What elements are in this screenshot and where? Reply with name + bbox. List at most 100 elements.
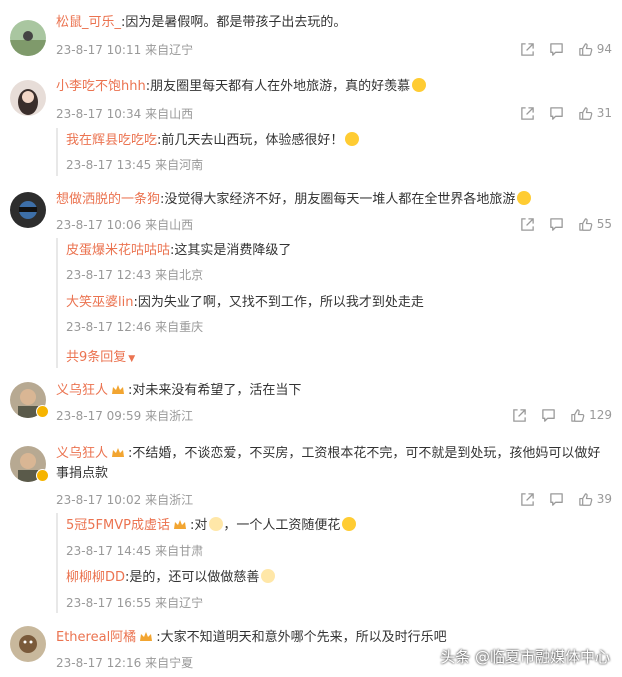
user-name[interactable]: 5冠5FMVP成虚话 <box>66 518 170 533</box>
user-name[interactable]: 我在辉县吃吃吃 <box>66 133 157 148</box>
reply-button[interactable] <box>549 106 564 121</box>
comment-line: 义乌狂人 :不结婚，不谈恋爱，不买房，工资根本花不完，可不就是到处玩，孩他妈可以做… <box>56 444 600 464</box>
reply-text: :这其实是消费降级了 <box>170 243 292 258</box>
comment-icon <box>541 408 556 423</box>
user-name[interactable]: 柳柳柳DD <box>66 570 125 585</box>
reply-meta: 23-8-17 13:45 来自河南 <box>66 156 203 173</box>
comment-icon <box>549 492 564 507</box>
comment-line: 小李吃不饱hhh:朋友圈里每天都有人在外地旅游，真的好羡慕 <box>56 77 427 97</box>
like-count: 55 <box>596 217 612 231</box>
cat-emoji-icon <box>261 569 276 583</box>
reply-location: 来自重庆 <box>155 320 204 334</box>
like-button[interactable]: 31 <box>578 106 612 121</box>
reply-line: 我在辉县吃吃吃:前几天去山西玩，体验感很好！ <box>66 131 360 151</box>
reply-button[interactable] <box>549 492 564 507</box>
reply-line: 皮蛋爆米花咕咕咕:这其实是消费降级了 <box>66 241 291 261</box>
like-button[interactable]: 55 <box>578 217 612 232</box>
avatar[interactable] <box>10 20 46 56</box>
crying-emoji-icon <box>412 78 427 92</box>
like-button[interactable]: 94 <box>578 42 612 57</box>
comment-line: 想做洒脱的一条狗:没觉得大家经济不好，朋友圈每天一堆人都在全世界各地旅游 <box>56 190 532 210</box>
comment-time: 23-8-17 10:34 <box>56 107 142 121</box>
user-name[interactable]: 义乌狂人 <box>56 446 108 461</box>
user-name[interactable]: Ethereal阿橘 <box>56 630 136 645</box>
comment-actions: 94 <box>506 39 612 59</box>
share-button[interactable] <box>520 42 535 57</box>
reply-text: :因为失业了啊，又找不到工作，所以我才到处走走 <box>133 295 424 310</box>
like-button[interactable]: 39 <box>578 492 612 507</box>
user-name[interactable]: 义乌狂人 <box>56 383 108 398</box>
like-count: 94 <box>596 42 612 56</box>
laugh-emoji-icon <box>517 191 532 205</box>
share-icon <box>520 42 535 57</box>
thumbs-up-icon <box>578 492 593 507</box>
comment-meta: 23-8-17 10:34 来自山西 <box>56 105 193 122</box>
reply-location: 来自辽宁 <box>155 596 204 610</box>
reply-line: 柳柳柳DD:是的，还可以做做慈善 <box>66 568 276 588</box>
reply-line: 5冠5FMVP成虚话:对 ，一个人工资随便花 <box>66 516 357 536</box>
comment-line-wrap: 事捐点款 <box>56 464 108 484</box>
thumbs-up-icon <box>570 408 585 423</box>
reply-line: 大笑巫婆lin:因为失业了啊，又找不到工作，所以我才到处走走 <box>66 293 424 313</box>
watermark: 头条 @临夏市融媒体中心 <box>440 648 610 666</box>
reply-button[interactable] <box>549 217 564 232</box>
reply-meta: 23-8-17 12:43 来自北京 <box>66 266 203 283</box>
reply-divider <box>56 238 58 368</box>
comment-icon <box>549 106 564 121</box>
share-button[interactable] <box>520 492 535 507</box>
comment-actions: 129 <box>498 405 612 425</box>
like-count: 31 <box>596 106 612 120</box>
reply-time: 23-8-17 16:55 <box>66 596 152 610</box>
share-button[interactable] <box>512 408 527 423</box>
reply-meta: 23-8-17 12:46 来自重庆 <box>66 318 203 335</box>
share-button[interactable] <box>520 106 535 121</box>
comment-time: 23-8-17 12:16 <box>56 656 142 670</box>
reply-divider <box>56 513 58 613</box>
comment-meta: 23-8-17 10:11 来自辽宁 <box>56 41 193 58</box>
crown-icon <box>173 520 186 529</box>
avatar[interactable] <box>10 80 46 116</box>
comment-meta: 23-8-17 10:02 来自浙江 <box>56 491 193 508</box>
user-name[interactable]: 皮蛋爆米花咕咕咕 <box>66 243 170 258</box>
share-icon <box>520 106 535 121</box>
grin-emoji-icon <box>345 132 360 146</box>
comment-time: 23-8-17 10:06 <box>56 218 142 232</box>
share-button[interactable] <box>520 217 535 232</box>
reply-location: 来自甘肃 <box>155 544 204 558</box>
thumbs-up-icon <box>578 42 593 57</box>
reply-meta: 23-8-17 16:55 来自辽宁 <box>66 594 203 611</box>
like-count: 39 <box>596 492 612 506</box>
comment-line: Ethereal阿橘 :大家不知道明天和意外哪个先来，所以及时行乐吧 <box>56 628 447 648</box>
comment-actions: 31 <box>506 103 612 123</box>
comment-text: :不结婚，不谈恋爱，不买房，工资根本花不完，可不就是到处玩，孩他妈可以做好 <box>128 446 601 461</box>
reply-button[interactable] <box>541 408 556 423</box>
share-icon <box>520 492 535 507</box>
crown-icon <box>112 385 125 394</box>
verified-badge-icon <box>36 469 49 482</box>
verified-badge-icon <box>36 405 49 418</box>
user-name[interactable]: 小李吃不饱hhh <box>56 79 146 94</box>
comment-text: :大家不知道明天和意外哪个先来，所以及时行乐吧 <box>156 630 447 645</box>
avatar[interactable] <box>10 626 46 662</box>
comment-meta: 23-8-17 12:16 来自宁夏 <box>56 654 193 671</box>
comment-meta: 23-8-17 10:06 来自山西 <box>56 216 193 233</box>
reply-button[interactable] <box>549 42 564 57</box>
user-name[interactable]: 大笑巫婆lin <box>66 295 133 310</box>
user-name[interactable]: 松鼠_可乐_ <box>56 15 121 30</box>
comment-location: 来自辽宁 <box>145 43 194 57</box>
comment-text: :因为是暑假啊。都是带孩子出去玩的。 <box>121 15 347 30</box>
reply-time: 23-8-17 12:46 <box>66 320 152 334</box>
user-name[interactable]: 想做洒脱的一条狗 <box>56 192 160 207</box>
reply-meta: 23-8-17 14:45 来自甘肃 <box>66 542 203 559</box>
avatar[interactable] <box>10 192 46 228</box>
comment-line: 松鼠_可乐_:因为是暑假啊。都是带孩子出去玩的。 <box>56 13 346 33</box>
more-replies-link[interactable]: 共9条回复 ▼ <box>66 346 135 365</box>
comment-actions: 55 <box>506 214 612 234</box>
reply-text: :对 <box>189 518 208 533</box>
comment-location: 来自山西 <box>145 107 194 121</box>
comment-time: 23-8-17 09:59 <box>56 409 142 423</box>
comment-text-continued: 事捐点款 <box>56 466 109 481</box>
reply-time: 23-8-17 12:43 <box>66 268 152 282</box>
comment-icon <box>549 42 564 57</box>
like-button[interactable]: 129 <box>570 408 612 423</box>
